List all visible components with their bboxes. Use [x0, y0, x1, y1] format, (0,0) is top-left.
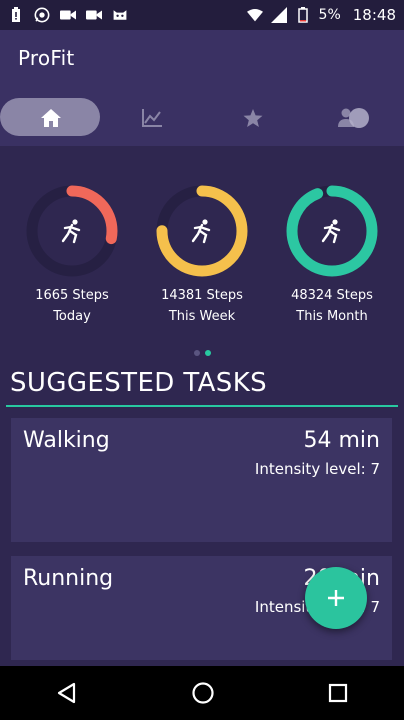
- home-circle-icon[interactable]: [191, 681, 215, 705]
- ring-period-label: This Month: [296, 309, 368, 324]
- cat-icon: [112, 8, 128, 22]
- back-icon[interactable]: [56, 682, 78, 704]
- whatsapp-icon: [34, 7, 50, 23]
- pager-dot[interactable]: [193, 350, 200, 356]
- ring-period-label: Today: [53, 309, 91, 324]
- section-heading: SUGGESTED TASKS: [10, 368, 268, 398]
- signal-icon: [270, 7, 287, 23]
- star-icon: [243, 109, 262, 127]
- ring-steps-label: 14381 Steps: [161, 288, 243, 303]
- plus-icon: [328, 590, 344, 606]
- task-duration: 54 min: [303, 428, 380, 453]
- battery-icon: [295, 7, 311, 23]
- progress-ring: [26, 185, 118, 277]
- app-bar: ProFit: [0, 30, 404, 90]
- video-icon: [60, 8, 76, 22]
- system-nav-bar: [0, 666, 404, 720]
- home-icon: [40, 109, 61, 127]
- progress-ring: [286, 185, 378, 277]
- task-intensity: Intensity level: 7: [254, 460, 380, 478]
- chart-icon: [141, 109, 162, 127]
- pager-indicator: [0, 350, 404, 356]
- step-rings-carousel[interactable]: 1665 Steps Today 14381 Steps This Week 4…: [0, 160, 404, 340]
- pager-dot-active[interactable]: [204, 350, 211, 356]
- run-icon: [321, 219, 341, 244]
- battery-alert-icon: [8, 7, 24, 22]
- section-divider: [6, 405, 398, 407]
- ring-period-label: This Week: [168, 309, 236, 324]
- ring-month: 48324 Steps This Month: [267, 183, 397, 327]
- tab-home[interactable]: [0, 90, 101, 146]
- tab-bar: [0, 90, 404, 146]
- recents-icon[interactable]: [328, 683, 348, 703]
- battery-percent: 5%: [318, 7, 341, 23]
- tab-stats[interactable]: [101, 90, 202, 146]
- clock: 18:48: [352, 6, 396, 24]
- run-icon: [191, 219, 211, 244]
- task-name: Running: [23, 566, 114, 591]
- ring-steps-label: 1665 Steps: [35, 288, 109, 303]
- task-name: Walking: [23, 428, 110, 453]
- people-icon: [337, 108, 369, 128]
- add-task-button[interactable]: [305, 567, 367, 629]
- tab-profile[interactable]: [303, 90, 404, 146]
- video-icon: [86, 8, 102, 22]
- tab-favorites[interactable]: [202, 90, 303, 146]
- run-icon: [61, 219, 81, 244]
- status-bar: 5% 18:48: [0, 0, 404, 30]
- task-card[interactable]: Walking 54 min Intensity level: 7: [11, 418, 392, 542]
- progress-ring: [156, 185, 248, 277]
- ring-steps-label: 48324 Steps: [291, 288, 373, 303]
- ring-today: 1665 Steps Today: [7, 183, 137, 327]
- app-title: ProFit: [18, 46, 75, 70]
- ring-week: 14381 Steps This Week: [137, 183, 267, 327]
- wifi-icon: [246, 8, 263, 22]
